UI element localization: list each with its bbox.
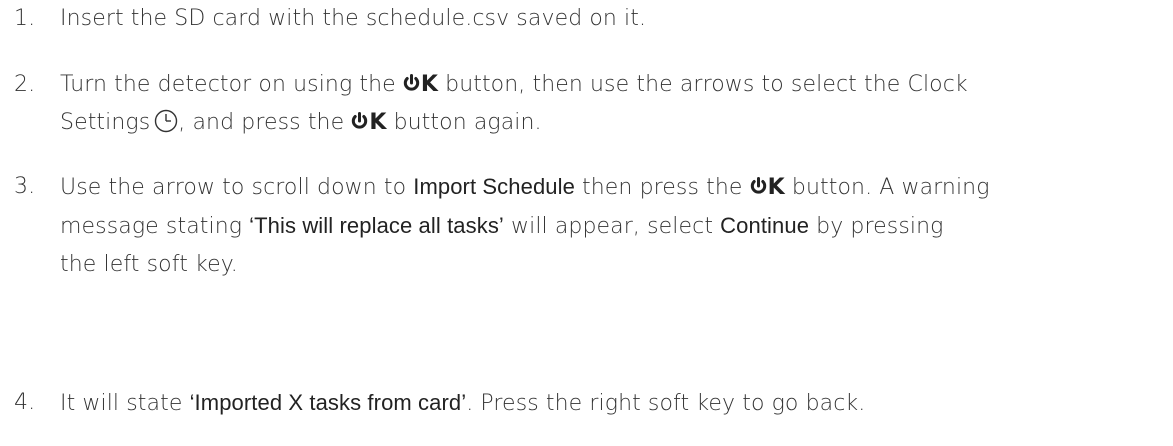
- step-number: 3.: [14, 174, 36, 199]
- step-3: 3. Use the arrow to scroll down to Impor…: [14, 168, 1164, 284]
- power-icon: [750, 177, 766, 194]
- step-text: Insert the SD card with the schedule.csv…: [60, 6, 647, 31]
- power-icon: [352, 112, 368, 129]
- instruction-list: 1. Insert the SD card with the schedule.…: [0, 0, 1173, 446]
- menu-item-import-schedule: Import Schedule: [413, 174, 575, 199]
- step-number: 1.: [14, 6, 36, 31]
- step-text: , and press the: [178, 110, 352, 135]
- step-text: button. A warning: [784, 175, 990, 200]
- ok-button-label: K: [750, 175, 785, 200]
- warning-message: ‘This will replace all tasks’: [249, 213, 504, 238]
- step-line-2: message stating ‘This will replace all t…: [60, 207, 1164, 246]
- step-text: then press the: [574, 175, 750, 200]
- step-text: will appear, select: [503, 214, 721, 239]
- step-line-3: the left soft key.: [60, 252, 238, 277]
- step-line-2: Settings , and press the K button again.: [60, 104, 1164, 142]
- clock-icon: [155, 109, 178, 133]
- ok-button-label: K: [403, 72, 438, 97]
- step-text: . Press the right soft key to go back.: [466, 391, 866, 416]
- step-line-1: It will state ‘Imported X tasks from car…: [60, 384, 1164, 423]
- step-text: Settings: [60, 110, 151, 135]
- step-text: Use the arrow to scroll down to: [60, 175, 414, 200]
- power-icon: [403, 74, 420, 91]
- step-text: message stating: [60, 214, 250, 239]
- step-1: 1. Insert the SD card with the schedule.…: [14, 0, 1164, 38]
- step-4: 4. It will state ‘Imported X tasks from …: [14, 384, 1164, 423]
- step-text: by pressing: [809, 214, 944, 239]
- step-text: button, then use the arrows to select th…: [438, 72, 968, 97]
- step-text: It will state: [60, 391, 190, 416]
- step-number: 4.: [14, 390, 36, 415]
- step-text: button again.: [386, 110, 542, 135]
- import-result-message: ‘Imported X tasks from card’: [189, 390, 467, 415]
- step-line-1: Use the arrow to scroll down to Import S…: [60, 168, 1164, 207]
- ok-button-label: K: [351, 110, 386, 135]
- step-2: 2. Turn the detector on using the K butt…: [14, 66, 1164, 142]
- step-text: Turn the detector on using the: [60, 72, 403, 97]
- step-number: 2.: [14, 72, 36, 97]
- step-line-1: Turn the detector on using the K button,…: [60, 66, 1164, 104]
- continue-option: Continue: [720, 213, 810, 238]
